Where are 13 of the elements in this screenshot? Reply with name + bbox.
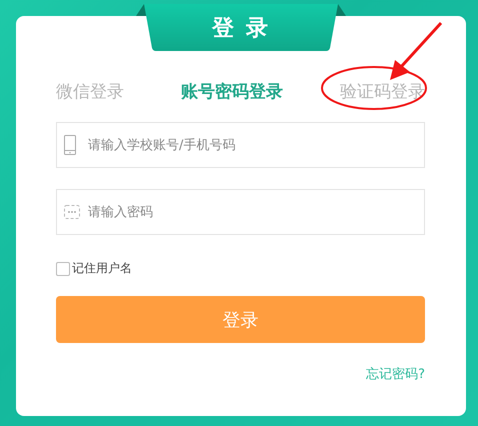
login-tab[interactable]: 账号密码登录 xyxy=(181,80,283,103)
login-tab[interactable]: 验证码登录 xyxy=(340,80,425,103)
forgot-password-link[interactable]: 忘记密码? xyxy=(366,365,425,383)
remember-checkbox[interactable] xyxy=(56,262,70,276)
phone-icon xyxy=(64,135,76,155)
login-button[interactable]: 登录 xyxy=(56,296,425,343)
password-icon xyxy=(64,205,80,219)
account-field[interactable]: 请输入学校账号/手机号码 xyxy=(56,122,425,168)
remember-label: 记住用户名 xyxy=(72,260,132,277)
login-tab[interactable]: 微信登录 xyxy=(56,80,124,103)
page-title: 登 录 xyxy=(212,15,270,43)
annotation-arrow xyxy=(390,22,442,80)
password-field[interactable]: 请输入密码 xyxy=(56,189,425,235)
